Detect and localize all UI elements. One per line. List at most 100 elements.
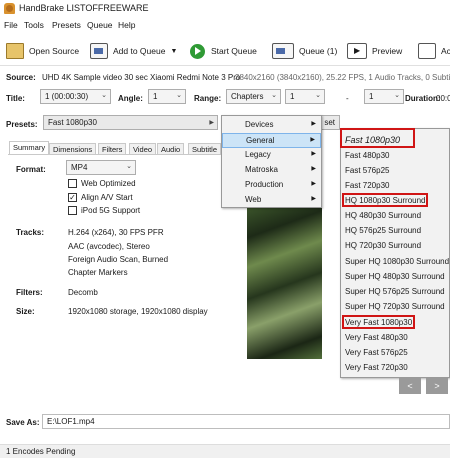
menu-help[interactable]: Help <box>118 20 135 30</box>
range-select[interactable]: Chapters ⌄ <box>226 89 281 104</box>
ipod-checkbox[interactable] <box>68 206 77 215</box>
size-label: Size: <box>16 307 35 316</box>
menu-item-legacy[interactable]: Legacy ▶ <box>222 148 321 163</box>
chevron-down-icon: ⌄ <box>315 92 321 99</box>
save-as-label: Save As: <box>6 418 40 427</box>
open-source-button[interactable]: Open Source <box>6 42 79 60</box>
chevron-down-icon: ⌄ <box>176 92 182 99</box>
folder-icon <box>6 43 24 59</box>
status-text: 1 Encodes Pending <box>6 447 76 456</box>
menu-item-web[interactable]: Web ▶ <box>222 193 321 208</box>
filters-value: Decomb <box>68 288 98 297</box>
previous-button[interactable]: < <box>399 378 421 394</box>
window-title: HandBrake LISTOFFREEWARE <box>19 3 149 13</box>
open-source-label: Open Source <box>29 46 80 56</box>
menu-item-general[interactable]: General ▶ <box>222 133 321 148</box>
handbrake-app-icon <box>4 3 15 14</box>
status-bar: 1 Encodes Pending <box>0 444 450 458</box>
menu-item-devices[interactable]: Devices ▶ <box>222 118 321 133</box>
preset-item[interactable]: Super HQ 480p30 Surround <box>341 270 450 285</box>
preset-item[interactable]: HQ 720p30 Surround <box>341 239 450 254</box>
preset-item[interactable]: Very Fast 480p30 <box>341 331 450 346</box>
preview-label: Preview <box>372 46 403 56</box>
add-queue-icon <box>90 43 108 59</box>
duration-value: 00:00 <box>436 94 450 103</box>
preset-item[interactable]: Very Fast 576p25 <box>341 346 450 361</box>
align-av-label: Align A/V Start <box>81 193 133 202</box>
start-queue-button[interactable]: Start Queue <box>190 42 257 60</box>
submenu-arrow-icon: ▶ <box>310 137 315 143</box>
chevron-down-icon: ⌄ <box>126 163 132 170</box>
chevron-down-icon: ⌄ <box>394 92 400 99</box>
preset-item[interactable]: Very Fast 720p30 <box>341 361 450 376</box>
chevron-down-icon: ⌄ <box>101 92 107 99</box>
save-as-input[interactable]: E:\LOF1.mp4 <box>42 414 450 429</box>
format-select-value: MP4 <box>71 163 88 172</box>
chevron-down-icon[interactable]: ▼ <box>170 48 177 55</box>
title-bar: HandBrake LISTOFFREEWARE <box>0 0 450 18</box>
web-optimized-checkbox[interactable] <box>68 179 77 188</box>
preview-button[interactable]: ▶ Preview <box>347 42 402 60</box>
range-label: Range: <box>194 94 222 103</box>
source-info: 3840x2160 (3840x2160), 25.22 FPS, 1 Audi… <box>235 73 450 82</box>
title-select[interactable]: 1 (00:00:30) ⌄ <box>40 89 111 104</box>
next-button[interactable]: > <box>426 378 448 394</box>
toolbar: Open Source Add to Queue ▼ Start Queue Q… <box>0 34 450 66</box>
menu-item-label: Production <box>245 180 284 189</box>
preset-item[interactable]: Fast 720p30 <box>341 179 450 194</box>
add-to-queue-button[interactable]: Add to Queue ▼ <box>90 42 177 60</box>
title-label: Title: <box>6 94 25 103</box>
range-end-select[interactable]: 1 ⌄ <box>364 89 404 104</box>
menu-item-matroska[interactable]: Matroska ▶ <box>222 163 321 178</box>
activity-label: Act <box>441 46 450 56</box>
web-optimized-label: Web Optimized <box>81 179 136 188</box>
preset-item[interactable]: Fast 576p25 <box>341 164 450 179</box>
preview-icon: ▶ <box>347 43 367 59</box>
preset-item[interactable]: HQ 576p25 Surround <box>341 224 450 239</box>
angle-select-value: 1 <box>153 92 158 101</box>
presets-label: Presets: <box>6 120 38 129</box>
source-label: Source: <box>6 73 36 82</box>
size-value: 1920x1080 storage, 1920x1080 display <box>68 307 208 316</box>
general-presets-submenu: Fast 1080p30 Fast 480p30 Fast 576p25 Fas… <box>340 128 450 378</box>
source-name: UHD 4K Sample video 30 sec Xiaomi Redmi … <box>42 73 241 82</box>
highlight-box <box>340 128 415 148</box>
menu-item-label: General <box>246 136 275 145</box>
preset-item[interactable]: Super HQ 720p30 Surround <box>341 300 450 315</box>
menu-file[interactable]: File <box>4 20 18 30</box>
tracks-label: Tracks: <box>16 228 45 237</box>
preset-item[interactable]: Super HQ 1080p30 Surround <box>341 255 450 270</box>
angle-label: Angle: <box>118 94 143 103</box>
reset-button-label: set <box>324 118 335 127</box>
range-start-select[interactable]: 1 ⌄ <box>285 89 325 104</box>
queue-label: Queue (1) <box>299 46 338 56</box>
preset-category-menu: Devices ▶ General ▶ Legacy ▶ Matroska ▶ Prod… <box>221 115 322 208</box>
tab-summary[interactable]: Summary <box>9 141 50 155</box>
menu-item-label: Web <box>245 195 262 204</box>
presets-select[interactable]: Fast 1080p30 ▶ <box>43 115 218 130</box>
menu-item-label: Devices <box>245 120 274 129</box>
format-select[interactable]: MP4 ⌄ <box>66 160 136 175</box>
submenu-arrow-icon: ▶ <box>311 196 316 202</box>
submenu-arrow-icon: ▶ <box>311 166 316 172</box>
menu-queue[interactable]: Queue <box>87 20 113 30</box>
submenu-arrow-icon: ▶ <box>311 181 316 187</box>
preset-item[interactable]: Super HQ 576p25 Surround <box>341 285 450 300</box>
chevron-down-icon: ⌄ <box>271 92 277 99</box>
submenu-arrow-icon: ▶ <box>311 121 316 127</box>
preset-item[interactable]: Fast 480p30 <box>341 149 450 164</box>
menu-item-label: Legacy <box>245 150 271 159</box>
align-av-checkbox[interactable]: ✓ <box>68 193 77 202</box>
range-dash: - <box>346 94 349 103</box>
queue-button[interactable]: Queue (1) <box>272 42 337 60</box>
menu-tools[interactable]: Tools <box>24 20 44 30</box>
preset-item[interactable]: HQ 480p30 Surround <box>341 209 450 224</box>
angle-select[interactable]: 1 ⌄ <box>148 89 186 104</box>
play-icon <box>190 43 205 59</box>
menu-bar: File Tools Presets Queue Help <box>0 18 450 33</box>
menu-item-production[interactable]: Production ▶ <box>222 178 321 193</box>
menu-presets[interactable]: Presets <box>52 20 81 30</box>
add-to-queue-label: Add to Queue <box>113 46 166 56</box>
queue-icon <box>272 43 294 59</box>
activity-button[interactable]: Act <box>418 42 450 60</box>
